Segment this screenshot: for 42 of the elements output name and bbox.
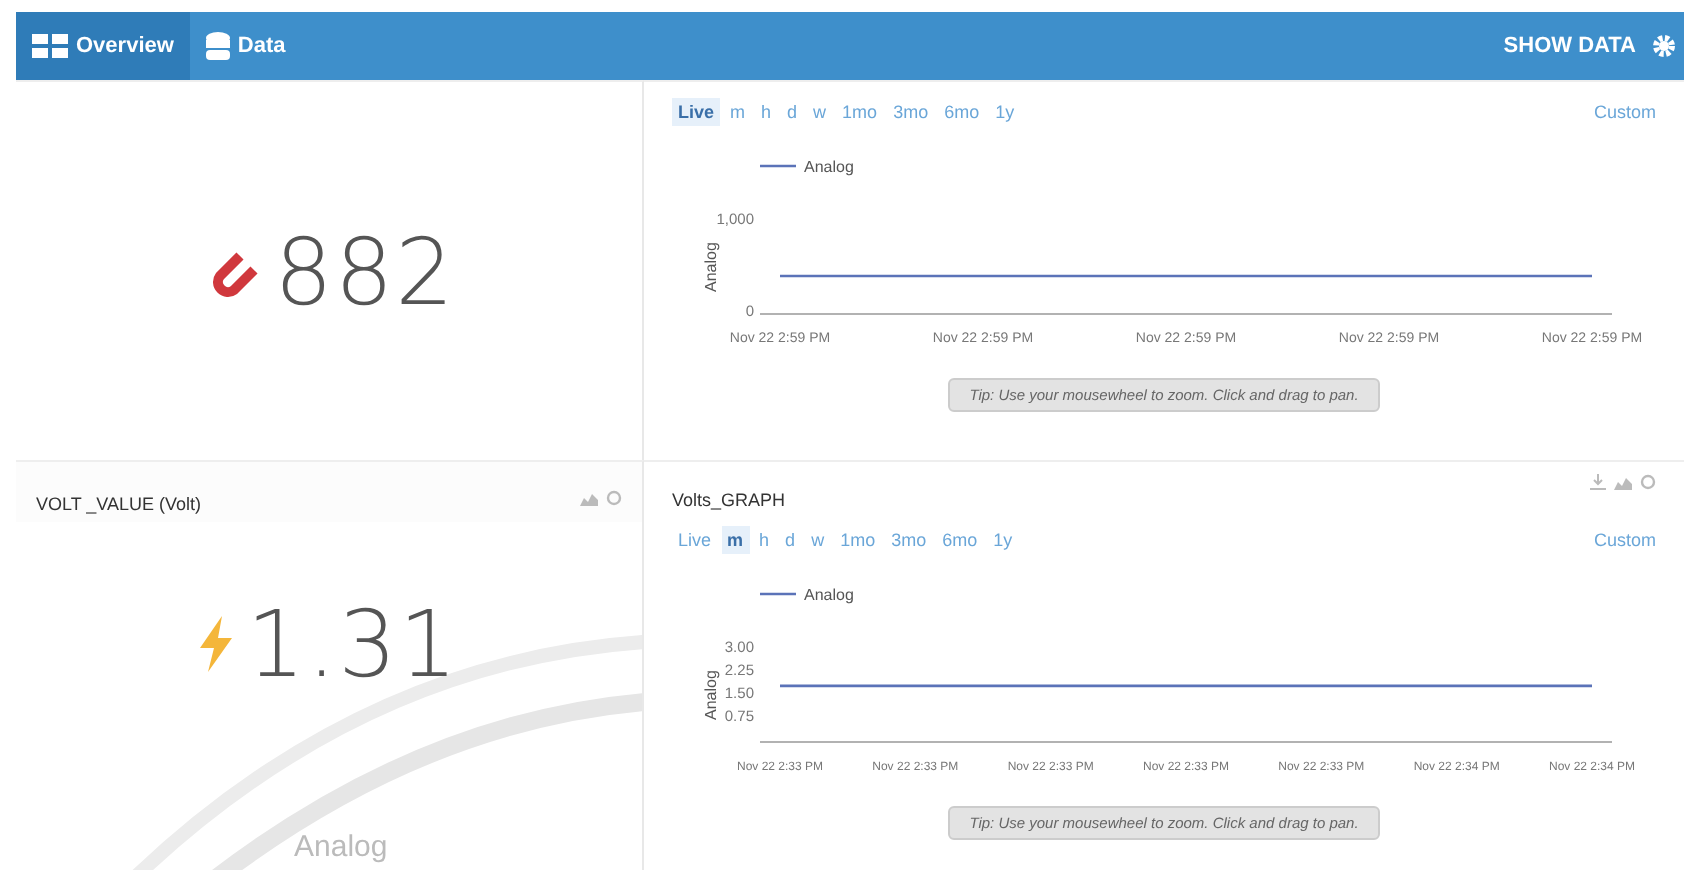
range-tab[interactable]: d	[779, 526, 802, 554]
range-tab[interactable]: m	[724, 98, 752, 126]
show-data-button[interactable]: SHOW DATA	[1487, 12, 1652, 80]
grid-icon	[32, 34, 68, 58]
range-tab[interactable]: w	[805, 526, 831, 554]
lightning-icon	[198, 616, 235, 672]
range-tab[interactable]: w	[807, 98, 833, 126]
range-tab[interactable]: Live	[672, 98, 721, 126]
range-tab[interactable]: 1y	[987, 526, 1019, 554]
settings-icon[interactable]	[606, 490, 622, 506]
range-tab[interactable]: m	[721, 526, 750, 554]
legend-label: Analog	[804, 158, 854, 176]
range-tab[interactable]: 3mo	[887, 98, 935, 126]
gauge-label: Analog	[294, 830, 388, 864]
settings-icon[interactable]	[1640, 474, 1656, 490]
range-tab[interactable]: 1mo	[836, 98, 884, 126]
custom-range-link[interactable]: Custom	[1593, 102, 1656, 122]
range-tab[interactable]: 3mo	[885, 526, 933, 554]
download-icon[interactable]	[1590, 474, 1606, 490]
range-tab[interactable]: 6mo	[938, 98, 986, 126]
axis-title: Analog	[702, 670, 720, 720]
chart-icon[interactable]	[1614, 475, 1632, 489]
axis-title: Analog	[702, 242, 720, 292]
nav-tab[interactable]: Overview	[16, 12, 190, 80]
custom-range-link[interactable]: Custom	[1593, 530, 1656, 550]
legend-item[interactable]: Analog	[760, 586, 854, 604]
legend-item[interactable]: Analog	[760, 158, 854, 176]
range-tab[interactable]: 1y	[989, 98, 1021, 126]
range-tab[interactable]: h	[753, 526, 776, 554]
widget-title: VOLT _VALUE (Volt)	[36, 492, 202, 514]
range-tab[interactable]: d	[781, 98, 804, 126]
range-tab[interactable]: 6mo	[936, 526, 984, 554]
range-tab[interactable]: h	[755, 98, 778, 126]
metric-value: 882	[274, 217, 456, 325]
legend-label: Analog	[804, 586, 854, 604]
nav-tab[interactable]: Data	[189, 12, 302, 80]
range-tab[interactable]: 1mo	[834, 526, 882, 554]
widget-title: Volts_GRAPH	[672, 488, 786, 510]
range-tab[interactable]: Live	[672, 526, 718, 554]
chart-icon[interactable]	[580, 491, 598, 505]
metric-value: 1.31	[246, 590, 460, 698]
database-icon	[205, 32, 230, 60]
